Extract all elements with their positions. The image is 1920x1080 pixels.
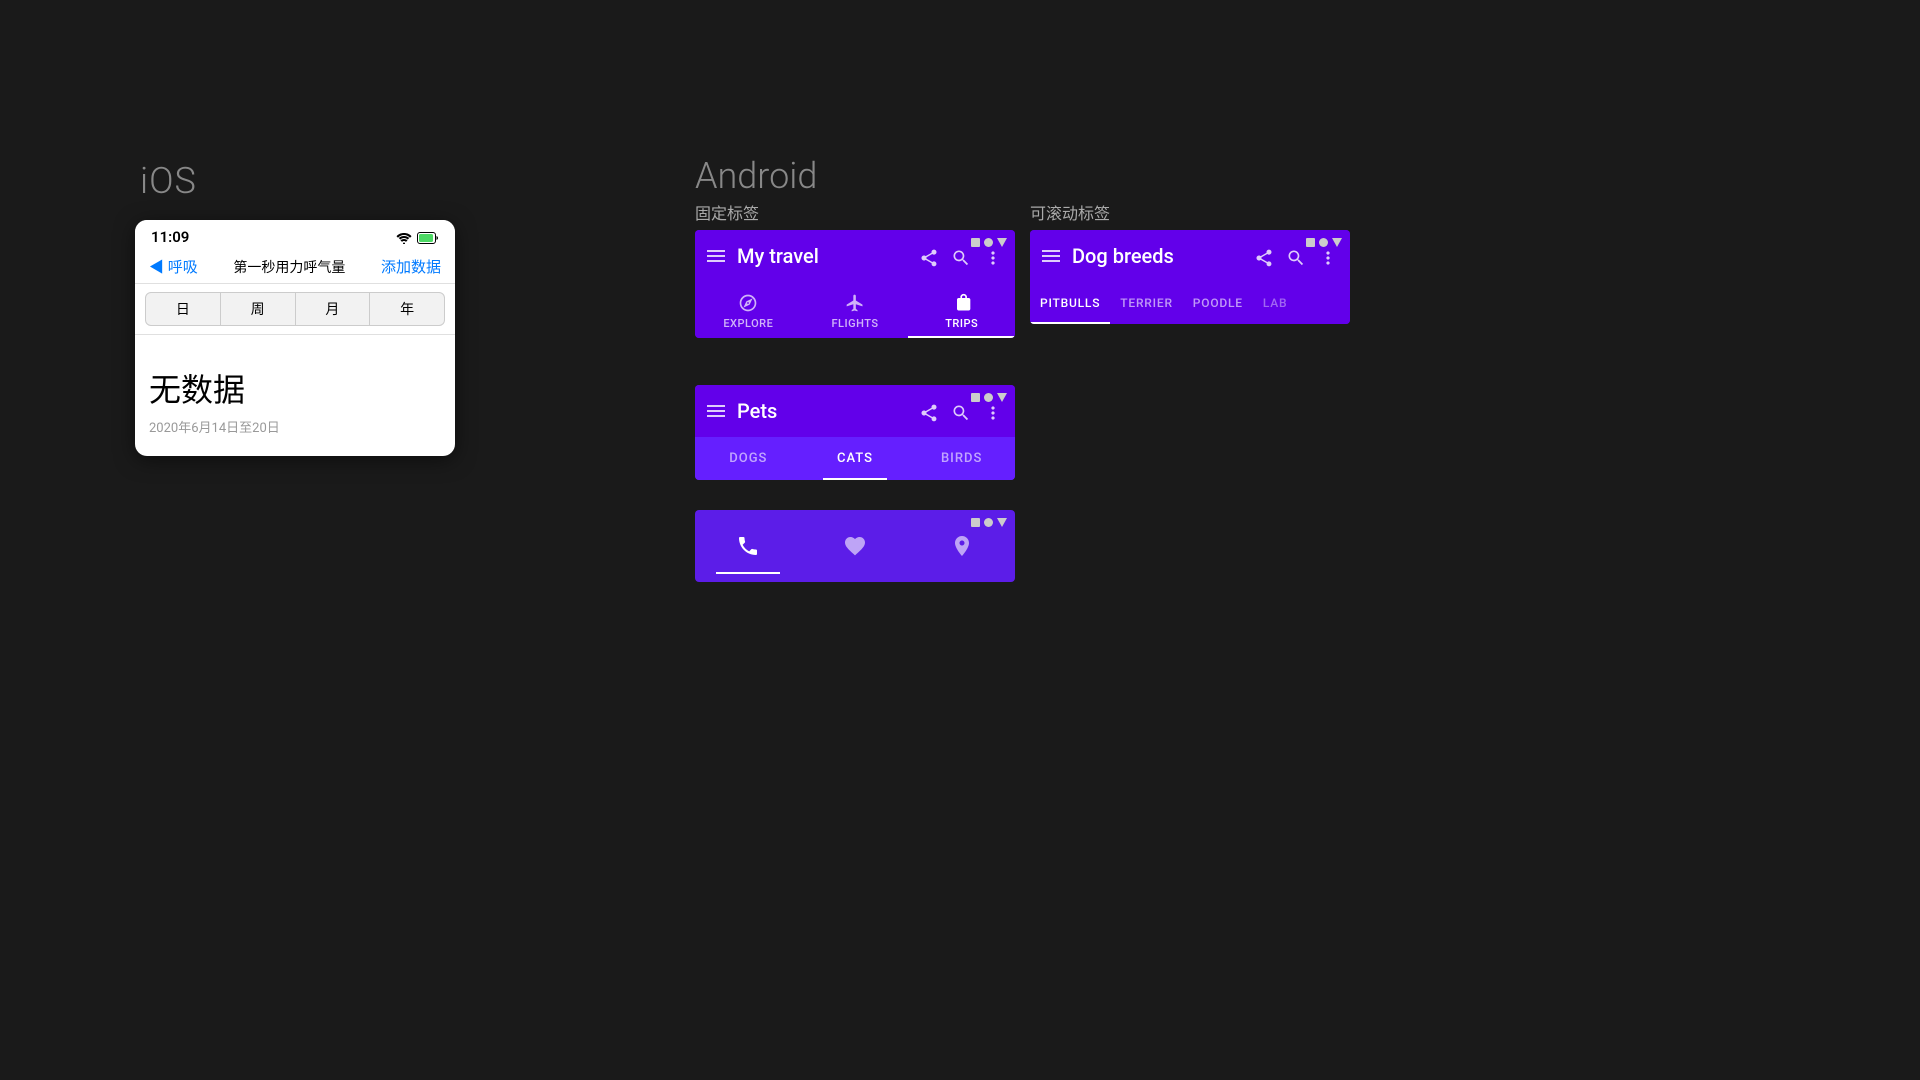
android-fixed-label: 固定标签 — [695, 200, 759, 224]
ios-time: 11:09 — [151, 228, 189, 246]
trips-tab[interactable]: TRIPS — [908, 282, 1015, 338]
close-icon[interactable] — [1332, 238, 1342, 247]
ios-nav-bar: ◀ 呼吸 第一秒用力呼气量 添加数据 — [135, 250, 455, 284]
fullscreen-icon[interactable] — [1319, 238, 1328, 247]
flights-tab-label: FLIGHTS — [831, 317, 878, 330]
search-icon[interactable] — [1286, 244, 1306, 268]
lab-tab[interactable]: LAB — [1253, 282, 1298, 324]
heart-tab[interactable] — [802, 526, 909, 566]
ios-back-button[interactable]: ◀ 呼吸 — [149, 256, 198, 277]
hamburger-menu-icon[interactable] — [707, 405, 725, 417]
close-icon[interactable] — [997, 238, 1007, 247]
pitbulls-tab[interactable]: PITBULLS — [1030, 282, 1110, 324]
phone-tab[interactable] — [695, 526, 802, 566]
travel-tabs: EXPLORE FLIGHTS TRIPS — [695, 282, 1015, 338]
ios-content-area: 无数据 2020年6月14日至20日 — [135, 335, 455, 456]
location-tab[interactable] — [908, 526, 1015, 566]
ios-no-data-text: 无数据 — [149, 365, 441, 411]
hamburger-menu-icon[interactable] — [707, 250, 725, 262]
share-icon[interactable] — [919, 399, 939, 423]
minimize-icon[interactable] — [971, 238, 980, 247]
ios-add-data-button[interactable]: 添加数据 — [381, 256, 441, 277]
hamburger-menu-icon[interactable] — [1042, 250, 1060, 262]
share-icon[interactable] — [1254, 244, 1274, 268]
dogbreeds-card-title: Dog breeds — [1072, 244, 1242, 268]
fullscreen-icon[interactable] — [984, 518, 993, 527]
poodle-tab[interactable]: POODLE — [1183, 282, 1253, 324]
minimize-icon[interactable] — [971, 518, 980, 527]
explore-tab-label: EXPLORE — [723, 317, 773, 330]
ios-status-bar: 11:09 — [135, 220, 455, 250]
ios-tab-year[interactable]: 年 — [370, 292, 445, 326]
trips-tab-label: TRIPS — [945, 317, 978, 330]
android-icons-card — [695, 510, 1015, 582]
pets-tabs: DOGS CATS BIRDS — [695, 437, 1015, 480]
card-controls — [971, 518, 1007, 527]
travel-card-title: My travel — [737, 244, 907, 268]
ios-section-label: iOS — [140, 160, 197, 202]
ios-status-icons — [396, 230, 439, 244]
pets-card-header: Pets — [695, 385, 1015, 437]
close-icon[interactable] — [997, 518, 1007, 527]
more-options-icon[interactable] — [983, 244, 1003, 268]
ios-date-range: 2020年6月14日至20日 — [149, 417, 441, 436]
more-options-icon[interactable] — [1318, 244, 1338, 268]
ios-phone-mockup: 11:09 ◀ 呼吸 第一秒用力呼气量 添加数据 — [135, 220, 455, 456]
battery-icon — [417, 230, 439, 244]
terrier-tab[interactable]: TERRIER — [1110, 282, 1183, 324]
card-controls — [971, 238, 1007, 247]
explore-tab[interactable]: EXPLORE — [695, 282, 802, 338]
search-icon[interactable] — [951, 244, 971, 268]
card-controls — [971, 393, 1007, 402]
android-section-label: Android — [695, 155, 817, 197]
dogbreeds-card-header: Dog breeds — [1030, 230, 1350, 282]
ios-tab-month[interactable]: 月 — [296, 292, 371, 326]
minimize-icon[interactable] — [971, 393, 980, 402]
minimize-icon[interactable] — [1306, 238, 1315, 247]
dogs-tab[interactable]: DOGS — [695, 437, 802, 480]
compass-icon — [738, 292, 758, 313]
travel-card-header: My travel — [695, 230, 1015, 282]
android-pets-card: Pets DOGS CATS BIRDS — [695, 385, 1015, 480]
close-icon[interactable] — [997, 393, 1007, 402]
android-scrollable-label: 可滚动标签 — [1030, 200, 1110, 224]
flight-icon — [845, 292, 865, 313]
ios-tab-day[interactable]: 日 — [145, 292, 221, 326]
birds-tab[interactable]: BIRDS — [908, 437, 1015, 480]
wifi-icon — [396, 230, 412, 244]
fullscreen-icon[interactable] — [984, 393, 993, 402]
ios-period-tabs: 日 周 月 年 — [135, 284, 455, 335]
search-icon[interactable] — [951, 399, 971, 423]
share-icon[interactable] — [919, 244, 939, 268]
card-controls — [1306, 238, 1342, 247]
flights-tab[interactable]: FLIGHTS — [802, 282, 909, 338]
briefcase-icon — [952, 292, 972, 313]
android-travel-card: My travel EXPLORE — [695, 230, 1015, 338]
cats-tab[interactable]: CATS — [802, 437, 909, 480]
ios-nav-title: 第一秒用力呼气量 — [233, 257, 345, 277]
pets-card-title: Pets — [737, 399, 907, 423]
android-dogbreeds-card: Dog breeds PITBULLS TERRIER POODLE LAB — [1030, 230, 1350, 324]
ios-tab-week[interactable]: 周 — [221, 292, 296, 326]
breeds-tabs: PITBULLS TERRIER POODLE LAB — [1030, 282, 1350, 324]
fullscreen-icon[interactable] — [984, 238, 993, 247]
more-options-icon[interactable] — [983, 399, 1003, 423]
